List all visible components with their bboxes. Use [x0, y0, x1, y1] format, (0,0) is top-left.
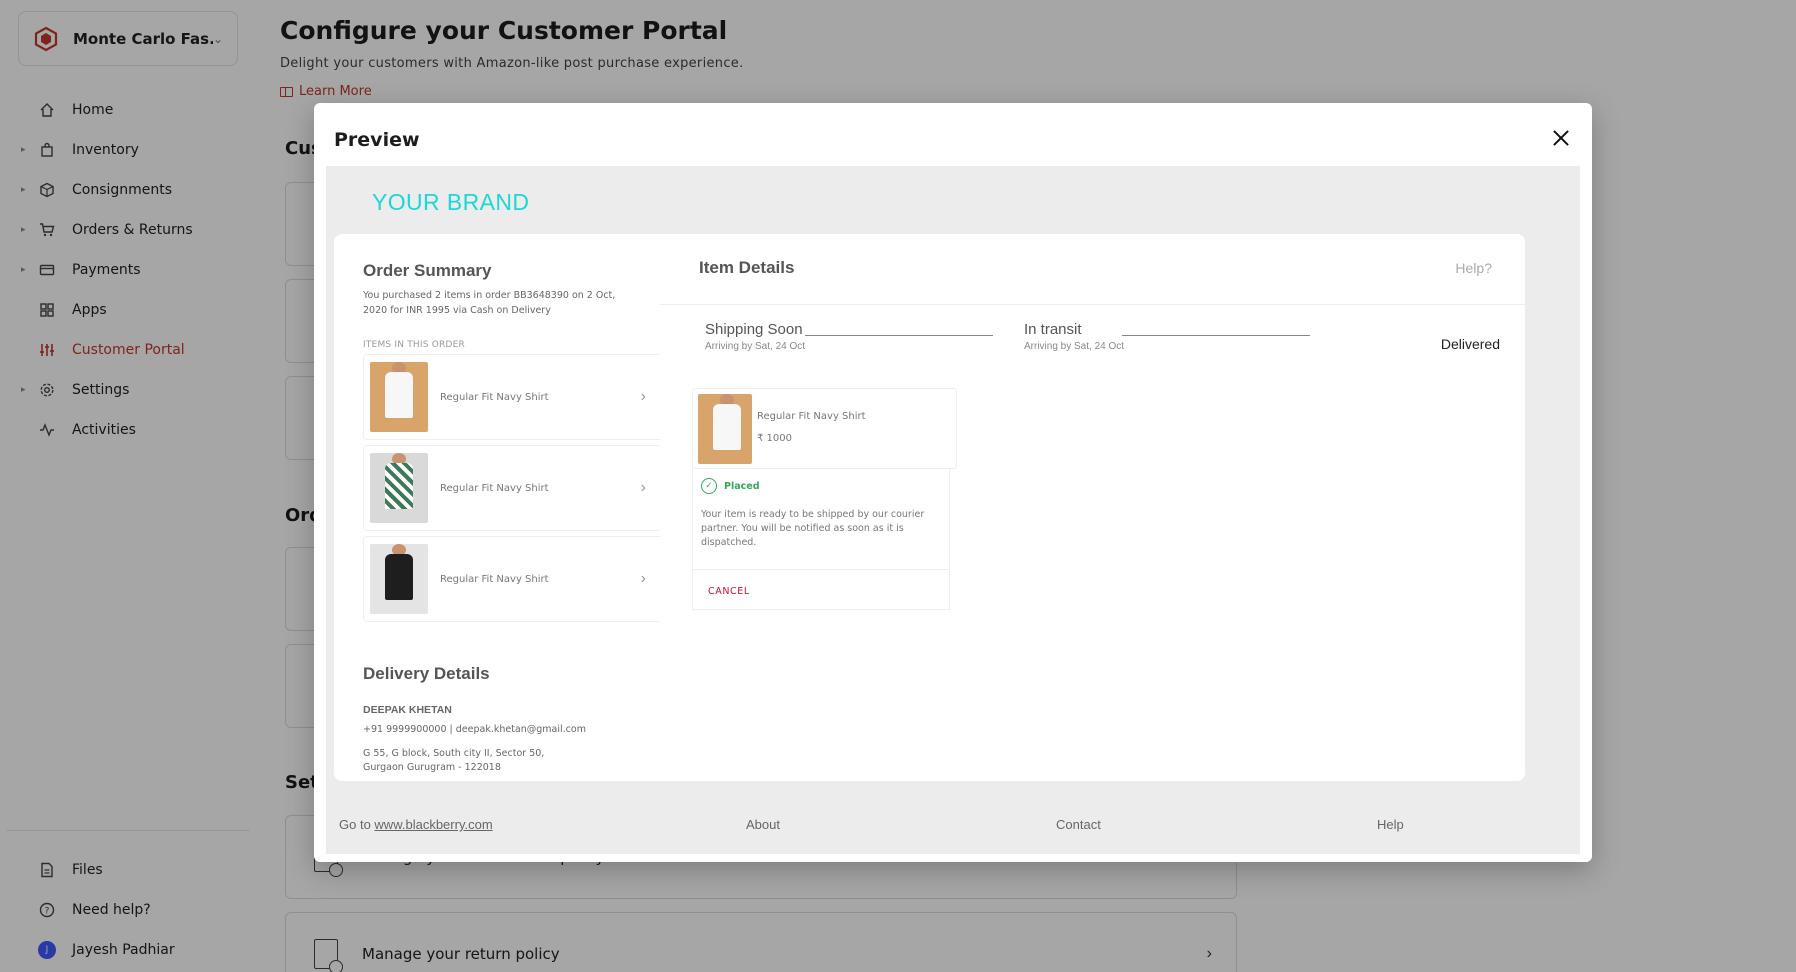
- brand-logo-text: YOUR BRAND: [372, 189, 530, 215]
- item-price: ₹ 1000: [757, 433, 792, 444]
- order-item-box: Regular Fit Navy Shirt ₹ 1000 ✓ Placed Y…: [692, 388, 957, 610]
- order-summary-text: You purchased 2 items in order BB3648390…: [363, 290, 616, 316]
- product-image: [370, 544, 428, 614]
- help-link[interactable]: Help?: [1455, 260, 1492, 276]
- delivery-contact: +91 9999900000 | deepak.khetan@gmail.com: [363, 724, 586, 735]
- chevron-right-icon: ›: [640, 570, 646, 587]
- order-item[interactable]: Regular Fit Navy Shirt ₹ 1000: [692, 388, 957, 469]
- items-list: Regular Fit Navy Shirt › Regular Fit Nav…: [363, 354, 673, 630]
- progress-line: [1122, 335, 1310, 336]
- product-image: [370, 362, 428, 432]
- stage-date: Arriving by Sat, 24 Oct: [705, 341, 806, 352]
- chevron-right-icon: ›: [640, 388, 646, 405]
- portal-preview: YOUR BRAND Order Summary You purchased 2…: [326, 166, 1580, 854]
- stage-delivered: Delivered: [1440, 336, 1500, 352]
- item-name: Regular Fit Navy Shirt: [440, 391, 549, 403]
- divider: [693, 569, 950, 570]
- stage-in-transit: In transit Arriving by Sat, 24 Oct: [1024, 321, 1124, 352]
- stage-shipping-soon: Shipping Soon Arriving by Sat, 24 Oct: [705, 321, 805, 352]
- footer-help-link[interactable]: Help: [1377, 817, 1404, 832]
- list-item[interactable]: Regular Fit Navy Shirt ›: [363, 354, 663, 440]
- item-status-panel: ✓ Placed Your item is ready to be shippe…: [692, 469, 950, 610]
- chevron-right-icon: ›: [640, 479, 646, 496]
- close-icon[interactable]: [1548, 125, 1574, 151]
- portal-footer: Go to www.blackberry.com About Contact H…: [326, 817, 1580, 839]
- footer-goto: Go to www.blackberry.com: [339, 817, 493, 832]
- order-summary-card: Order Summary You purchased 2 items in o…: [334, 234, 692, 781]
- delivery-name: DEEPAK KHETAN: [363, 704, 452, 716]
- item-name: Regular Fit Navy Shirt: [440, 482, 549, 494]
- delivery-heading: Delivery Details: [363, 664, 490, 683]
- status-message: Your item is ready to be shipped by our …: [701, 509, 925, 548]
- list-item[interactable]: Regular Fit Navy Shirt ›: [363, 445, 663, 531]
- cancel-button[interactable]: CANCEL: [708, 586, 750, 597]
- status-label: Placed: [724, 480, 760, 492]
- footer-goto-label: Go to: [339, 817, 371, 832]
- item-details-card: Item Details Help? Shipping Soon Arrivin…: [660, 234, 1525, 781]
- item-name: Regular Fit Navy Shirt: [440, 573, 549, 585]
- modal-title: Preview: [334, 129, 420, 151]
- item-name: Regular Fit Navy Shirt: [757, 411, 866, 422]
- footer-about-link[interactable]: About: [746, 817, 780, 832]
- product-image: [698, 394, 752, 464]
- status-badge: ✓ Placed: [701, 478, 760, 494]
- preview-modal: Preview YOUR BRAND Order Summary You pur…: [314, 103, 1592, 862]
- progress-line: [805, 335, 993, 336]
- delivery-address: G 55, G block, South city II, Sector 50,…: [363, 748, 545, 773]
- stage-name: Shipping Soon: [705, 321, 803, 338]
- product-image: [370, 453, 428, 523]
- item-details-title: Item Details: [699, 258, 795, 277]
- check-circle-icon: ✓: [701, 478, 717, 494]
- site-link[interactable]: www.blackberry.com: [374, 817, 492, 832]
- order-summary-heading: Order Summary: [363, 261, 492, 280]
- footer-contact-link[interactable]: Contact: [1056, 817, 1101, 832]
- divider: [660, 304, 1525, 305]
- stage-date: Arriving by Sat, 24 Oct: [1024, 341, 1125, 352]
- items-caption: ITEMS IN THIS ORDER: [363, 340, 465, 350]
- list-item[interactable]: Regular Fit Navy Shirt ›: [363, 536, 663, 622]
- stage-name: In transit: [1024, 321, 1082, 338]
